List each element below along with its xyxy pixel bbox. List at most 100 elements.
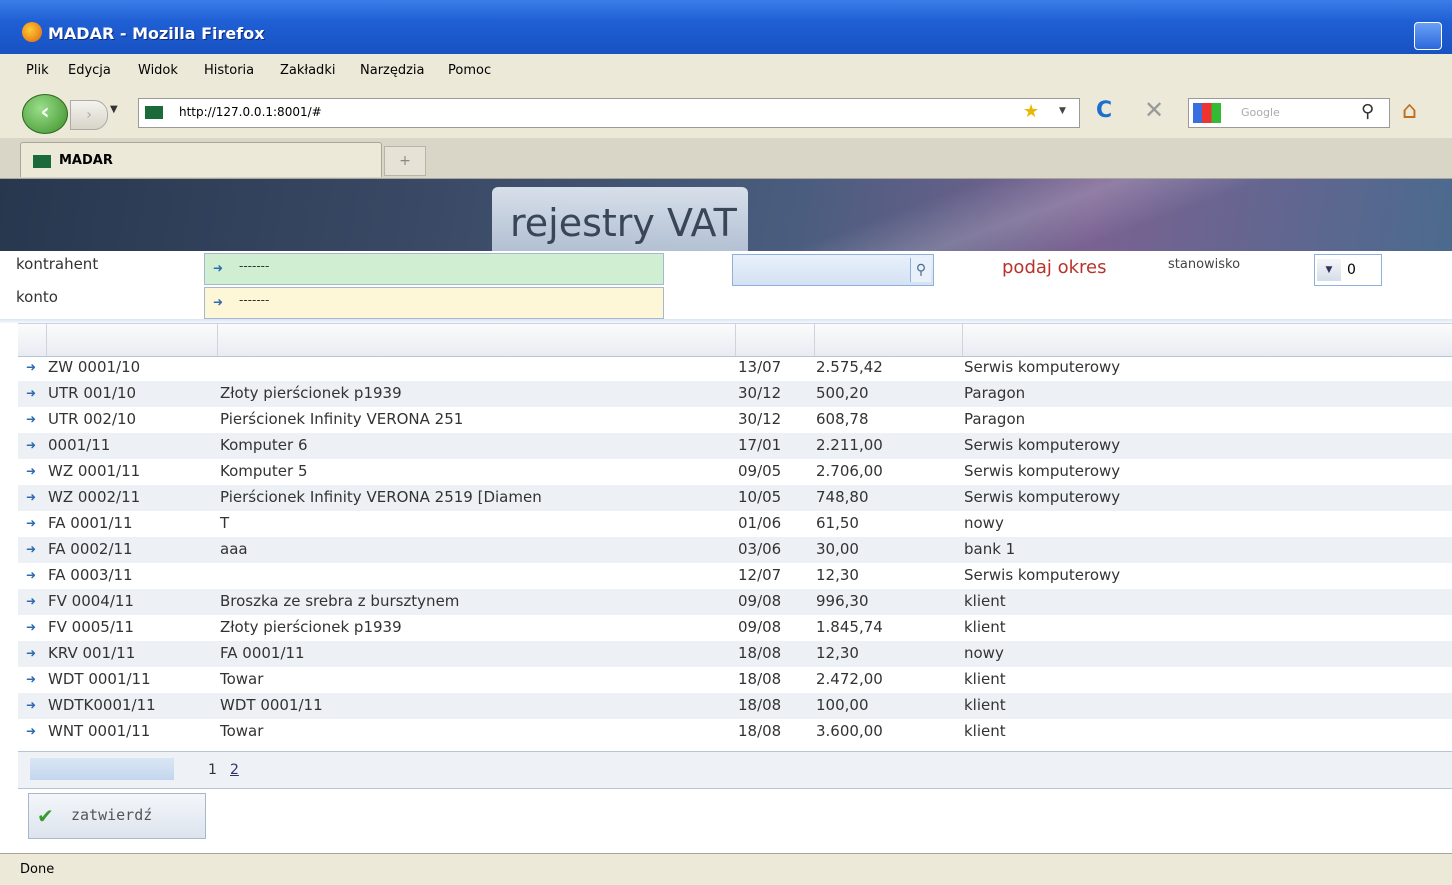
filter-input[interactable]: ⚲ [732,254,934,286]
url-text[interactable]: http://127.0.0.1:8001/# [179,105,322,119]
home-icon[interactable]: ⌂ [1402,96,1417,124]
amount-cell: 500,20 [816,384,869,402]
table-row[interactable]: ➜ FV 0005/11 Złoty pierścionek p1939 09/08 1… [18,615,1452,641]
row-link-icon[interactable]: ➜ [26,724,36,738]
date-cell: 12/07 [738,566,782,584]
stop-icon[interactable]: ✕ [1144,96,1164,124]
menu-edycja[interactable]: Edycja [68,63,111,78]
table-row[interactable]: ➜ FA 0003/11 12/07 12,30 Serwis komputerowy [18,563,1452,589]
row-link-icon[interactable]: ➜ [26,516,36,530]
table-row[interactable]: ➜ KRV 001/11 FA 0001/11 18/08 12,30 nowy [18,641,1452,667]
row-link-icon[interactable]: ➜ [26,698,36,712]
search-icon[interactable]: ⚲ [1361,101,1374,122]
row-link-icon[interactable]: ➜ [26,672,36,686]
page-banner: rejestry VAT [0,179,1452,251]
page-1[interactable]: 1 [208,762,217,778]
doc-number-cell: WNT 0001/11 [48,722,151,740]
row-link-icon[interactable]: ➜ [26,568,36,582]
row-link-icon[interactable]: ➜ [26,620,36,634]
pager: 1 2 [18,751,1452,789]
description-cell: Złoty pierścionek p1939 [220,384,402,402]
tab-madar[interactable]: MADAR [20,142,382,177]
row-link-icon[interactable]: ➜ [26,594,36,608]
table-row[interactable]: ➜ ZW 0001/10 13/07 2.575,42 Serwis komputero… [18,355,1452,381]
page-2-link[interactable]: 2 [230,762,239,778]
table-row[interactable]: ➜ FV 0004/11 Broszka ze srebra z bursztyne… [18,589,1452,615]
table-row[interactable]: ➜ WNT 0001/11 Towar 18/08 3.600,00 klient [18,719,1452,745]
bookmark-star-icon[interactable]: ★ [1023,101,1039,122]
amount-cell: 2.472,00 [816,670,883,688]
date-cell: 30/12 [738,384,782,402]
grid-header-cell[interactable] [217,324,736,356]
menu-zakladki[interactable]: Zakładki [280,63,335,78]
type-cell: Serwis komputerowy [964,436,1121,454]
description-cell: T [220,514,230,532]
doc-number-cell: UTR 002/10 [48,410,137,428]
minimize-button[interactable] [1414,22,1442,50]
row-link-icon[interactable]: ➜ [26,360,36,374]
google-engine-icon[interactable] [1193,103,1221,123]
table-row[interactable]: ➜ WZ 0001/11 Komputer 5 09/05 2.706,00 Serwis… [18,459,1452,485]
table-row[interactable]: ➜ UTR 001/10 Złoty pierścionek p1939 30/12 5… [18,381,1452,407]
history-dropdown-icon[interactable]: ▼ [110,104,118,115]
menu-pomoc[interactable]: Pomoc [448,63,491,78]
table-row[interactable]: ➜ WDT 0001/11 Towar 18/08 2.472,00 klient [18,667,1452,693]
menu-plik[interactable]: Plik [26,63,49,78]
search-box[interactable]: Google ⚲ [1188,98,1390,128]
row-link-icon[interactable]: ➜ [26,542,36,556]
description-cell: Broszka ze srebra z bursztynem [220,592,460,610]
doc-number-cell: WZ 0001/11 [48,462,141,480]
combo-arrow-icon[interactable]: ➜ [213,295,231,309]
row-link-icon[interactable]: ➜ [26,438,36,452]
back-button[interactable]: ‹ [22,94,68,134]
amount-cell: 2.706,00 [816,462,883,480]
table-row[interactable]: ➜ WZ 0002/11 Pierścionek Infinity VERONA 2… [18,485,1452,511]
reload-icon[interactable]: C [1096,98,1112,123]
url-dropdown-icon[interactable]: ▼ [1059,106,1066,116]
amount-cell: 61,50 [816,514,859,532]
chevron-down-icon[interactable]: ▼ [1317,259,1341,281]
menu-narzedzia[interactable]: Narzędzia [360,63,425,78]
table-row[interactable]: ➜ 0001/11 Komputer 6 17/01 2.211,00 Serwis ko… [18,433,1452,459]
grid-header-cell[interactable] [814,324,963,356]
menu-bar: Plik Edycja Widok Historia Zakładki Narz… [0,54,1452,86]
confirm-button[interactable]: ✔ zatwierdź [28,793,206,839]
table-row[interactable]: ➜ FA 0002/11 aaa 03/06 30,00 bank 1 [18,537,1452,563]
table-row[interactable]: ➜ UTR 002/10 Pierścionek Infinity VERONA 2… [18,407,1452,433]
amount-cell: 2.211,00 [816,436,883,454]
doc-number-cell: WDTK0001/11 [48,696,156,714]
menu-historia[interactable]: Historia [204,63,254,78]
description-cell: Towar [220,670,264,688]
row-link-icon[interactable]: ➜ [26,386,36,400]
table-row[interactable]: ➜ FA 0001/11 T 01/06 61,50 nowy [18,511,1452,537]
address-bar[interactable]: http://127.0.0.1:8001/# ★ ▼ [138,98,1080,128]
row-link-icon[interactable]: ➜ [26,646,36,660]
konto-combo[interactable]: ➜ ------- [204,287,664,319]
site-favicon [145,106,163,119]
row-link-icon[interactable]: ➜ [26,490,36,504]
forward-button[interactable]: › [70,100,108,130]
type-cell: klient [964,696,1006,714]
grid-header-cell[interactable] [18,324,47,356]
description-cell: Komputer 6 [220,436,308,454]
doc-number-cell: FA 0003/11 [48,566,133,584]
grid-header-cell[interactable] [46,324,218,356]
date-cell: 30/12 [738,410,782,428]
menu-widok[interactable]: Widok [138,63,178,78]
kontrahent-combo[interactable]: ➜ ------- [204,253,664,285]
combo-arrow-icon[interactable]: ➜ [213,261,231,275]
grid-header-cell[interactable] [735,324,815,356]
period-link[interactable]: podaj okres [1002,257,1107,278]
type-cell: bank 1 [964,540,1016,558]
row-link-icon[interactable]: ➜ [26,412,36,426]
new-tab-button[interactable]: + [384,146,426,176]
type-cell: nowy [964,644,1004,662]
table-row[interactable]: ➜ WDTK0001/11 WDT 0001/11 18/08 100,00 klient [18,693,1452,719]
pager-page-size-box[interactable] [30,758,174,780]
filter-search-icon[interactable]: ⚲ [910,258,931,282]
amount-cell: 3.600,00 [816,722,883,740]
confirm-label: zatwierdź [71,806,153,824]
type-cell: klient [964,670,1006,688]
row-link-icon[interactable]: ➜ [26,464,36,478]
stanowisko-select[interactable]: ▼ 0 [1314,254,1382,286]
